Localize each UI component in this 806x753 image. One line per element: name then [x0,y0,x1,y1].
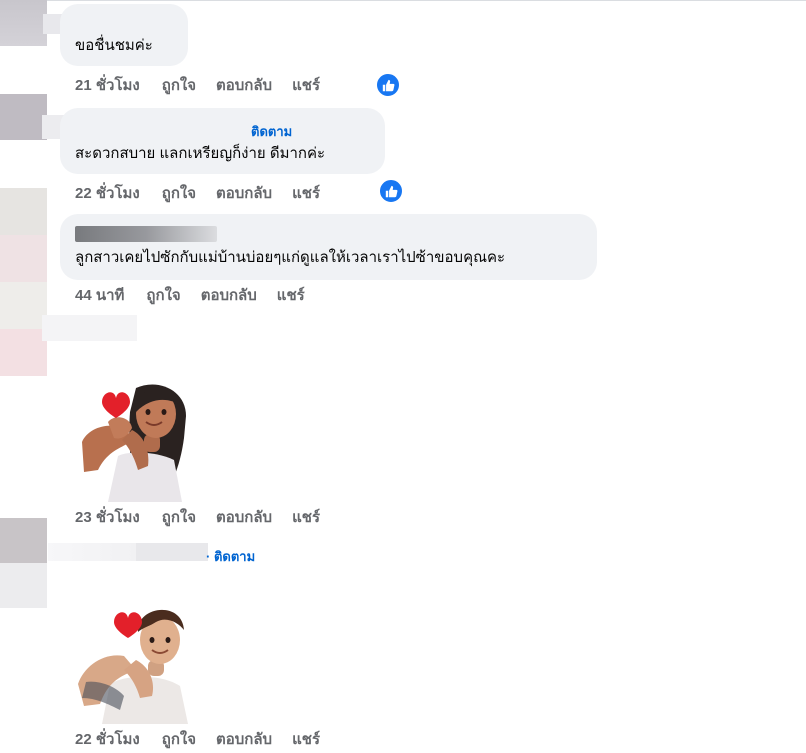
comment-bubble: ลูกสาวเคยไปซักกับแม่บ้านบ่อยๆแก่ดูแลให้เ… [60,214,597,280]
avatar[interactable] [0,0,47,46]
comment-timestamp[interactable]: 22 ชั่วโมง [75,181,140,205]
comment-actions: 22 ชั่วโมง ถูกใจ ตอบกลับ แชร์ [75,182,340,204]
comment-timestamp[interactable]: 22 ชั่วโมง [75,727,140,751]
comment-actions: 44 นาที ถูกใจ ตอบกลับ แชร์ [75,284,325,306]
comment-bubble: ติดตาม สะดวกสบาย แลกเหรียญก็ง่าย ดีมากค่… [60,108,385,174]
comment-text: ลูกสาวเคยไปซักกับแม่บ้านบ่อยๆแก่ดูแลให้เ… [75,249,506,266]
top-divider [0,0,806,1]
heart-hands-man-sticker[interactable] [76,600,194,724]
like-button[interactable]: ถูกใจ [162,727,196,751]
heart-hands-woman-sticker[interactable] [78,378,190,502]
comment-text: ขอชื่นชมค่ะ [75,37,153,54]
avatar[interactable] [0,94,47,140]
reply-button[interactable]: ตอบกลับ [216,727,272,751]
avatar[interactable] [0,518,47,608]
thumbs-up-icon[interactable] [375,72,401,98]
reply-button[interactable]: ตอบกลับ [216,505,272,529]
comment-actions: 21 ชั่วโมง ถูกใจ ตอบกลับ แชร์ [75,74,340,96]
share-button[interactable]: แชร์ [277,283,305,307]
comment-text: สะดวกสบาย แลกเหรียญก็ง่าย ดีมากค่ะ [75,145,326,162]
reply-button[interactable]: ตอบกลับ [216,181,272,205]
like-button[interactable]: ถูกใจ [146,283,180,307]
reply-button[interactable]: ตอบกลับ [216,73,272,97]
comment-bubble: ขอชื่นชมค่ะ [60,4,188,66]
comment-timestamp[interactable]: 21 ชั่วโมง [75,73,140,97]
share-button[interactable]: แชร์ [292,727,320,751]
share-button[interactable]: แชร์ [292,181,320,205]
reply-button[interactable]: ตอบกลับ [201,283,257,307]
author-name-redacted [42,315,137,341]
share-button[interactable]: แชร์ [292,73,320,97]
comment-actions: 23 ชั่วโมง ถูกใจ ตอบกลับ แชร์ [75,506,340,528]
comment-timestamp[interactable]: 44 นาที [75,283,124,307]
like-button[interactable]: ถูกใจ [162,73,196,97]
follow-link[interactable]: · ติดตาม [206,546,255,567]
thumbs-up-icon[interactable] [378,178,404,204]
like-button[interactable]: ถูกใจ [162,181,196,205]
share-button[interactable]: แชร์ [292,505,320,529]
comment-actions: 22 ชั่วโมง ถูกใจ ตอบกลับ แชร์ [75,728,340,750]
comment-timestamp[interactable]: 23 ชั่วโมง [75,505,140,529]
author-name-redacted [48,543,208,561]
avatar[interactable] [0,188,47,376]
like-button[interactable]: ถูกใจ [162,505,196,529]
follow-link[interactable]: ติดตาม [251,122,292,142]
author-name-redacted [75,226,217,242]
